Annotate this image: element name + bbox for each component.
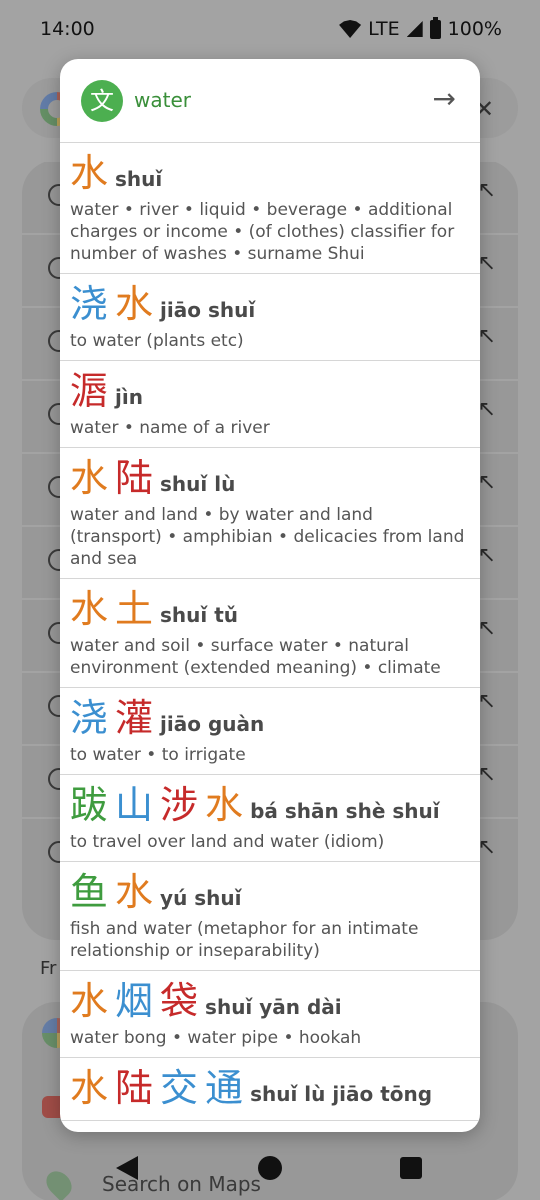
battery-level: 100%: [447, 18, 502, 40]
fill-query-arrow-icon: ↖: [477, 470, 496, 495]
home-icon[interactable]: [258, 1156, 282, 1180]
popup-header: 文 water →: [60, 59, 480, 143]
entry-definition: water • name of a river: [70, 418, 270, 438]
status-icons: LTE 100%: [339, 16, 502, 40]
entry-pinyin: jìn: [115, 385, 143, 409]
dictionary-app-icon[interactable]: 文: [81, 80, 123, 122]
hanzi-character: 交: [160, 1066, 199, 1110]
battery-icon: [429, 16, 441, 39]
entry-pinyin: shuǐ lù jiāo tōng: [250, 1082, 433, 1106]
hanzi-character: 水: [70, 587, 109, 631]
dictionary-entry[interactable]: 水土 shuǐ tǔ water and soil • surface water …: [60, 579, 480, 688]
entry-list: 水 shuǐ water • river • liquid • beverage •…: [60, 143, 480, 1121]
hanzi-character: 水: [70, 1066, 109, 1110]
network-type: LTE: [368, 18, 400, 40]
entry-pinyin: shuǐ lù: [160, 472, 236, 496]
entry-pinyin: shuǐ tǔ: [160, 603, 239, 627]
entry-pinyin: yú shuǐ: [160, 886, 242, 910]
hanzi-character: 浇: [70, 282, 109, 326]
signal-icon: [406, 21, 423, 37]
entry-headword: 水 shuǐ: [70, 149, 470, 197]
dictionary-entry[interactable]: 浇灌 jiāo guàn to water • to irrigate: [60, 688, 480, 775]
hanzi-character: 水: [115, 282, 154, 326]
hanzi-character: 涉: [160, 783, 199, 827]
fill-query-arrow-icon: ↖: [477, 178, 496, 203]
entry-headword: 鱼水 yú shuǐ: [70, 868, 470, 916]
entry-headword: 水陆 shuǐ lù: [70, 454, 470, 502]
dictionary-entry[interactable]: 鱼水 yú shuǐ fish and water (metaphor for an…: [60, 862, 480, 971]
entry-headword: 跋山涉水 bá shān shè shuǐ: [70, 781, 470, 829]
hanzi-character: 水: [115, 870, 154, 914]
dictionary-entry[interactable]: 水陆交通 shuǐ lù jiāo tōng: [60, 1058, 480, 1121]
back-icon[interactable]: [116, 1156, 138, 1180]
background-section-label: Fr: [40, 958, 57, 979]
entry-definition: fish and water (metaphor for an intimate…: [70, 919, 419, 961]
entry-headword: 浇水 jiāo shuǐ: [70, 280, 470, 328]
fill-query-arrow-icon: ↖: [477, 543, 496, 568]
hanzi-character: 浇: [70, 696, 109, 740]
fill-query-arrow-icon: ↖: [477, 251, 496, 276]
hanzi-character: 跋: [70, 783, 109, 827]
fill-query-arrow-icon: ↖: [477, 762, 496, 787]
entry-pinyin: jiāo shuǐ: [160, 298, 256, 322]
entry-headword: 水烟袋 shuǐ yān dài: [70, 977, 470, 1025]
dictionary-entry[interactable]: 水 shuǐ water • river • liquid • beverage •…: [60, 143, 480, 274]
dictionary-entry[interactable]: 跋山涉水 bá shān shè shuǐ to travel over land …: [60, 775, 480, 862]
hanzi-character: 水: [70, 151, 109, 195]
dictionary-entry[interactable]: 滣 jìn water • name of a river: [60, 361, 480, 448]
entry-pinyin: shuǐ: [115, 167, 163, 191]
hanzi-character: 山: [115, 783, 154, 827]
entry-definition: to travel over land and water (idiom): [70, 832, 385, 852]
dictionary-popup: 文 water → 水 shuǐ water • river • liquid • …: [60, 59, 480, 1132]
entry-pinyin: bá shān shè shuǐ: [250, 799, 440, 823]
hanzi-character: 土: [115, 587, 154, 631]
fill-query-arrow-icon: ↖: [477, 835, 496, 860]
entry-definition: to water (plants etc): [70, 331, 244, 351]
hanzi-character: 陆: [115, 456, 154, 500]
hanzi-character: 陆: [115, 1066, 154, 1110]
dictionary-entry[interactable]: 浇水 jiāo shuǐ to water (plants etc): [60, 274, 480, 361]
entry-headword: 浇灌 jiāo guàn: [70, 694, 470, 742]
entry-headword: 水陆交通 shuǐ lù jiāo tōng: [70, 1064, 470, 1112]
fill-query-arrow-icon: ↖: [477, 689, 496, 714]
fill-query-arrow-icon: ↖: [477, 397, 496, 422]
status-bar: 14:00 LTE 100%: [0, 0, 540, 58]
hanzi-character: 水: [70, 456, 109, 500]
navigation-bar: [0, 1136, 540, 1200]
search-query: water: [134, 88, 191, 112]
recents-icon[interactable]: [400, 1157, 422, 1179]
hanzi-character: 烟: [115, 979, 154, 1023]
hanzi-character: 通: [205, 1066, 244, 1110]
entry-pinyin: jiāo guàn: [160, 712, 265, 736]
entry-definition: water bong • water pipe • hookah: [70, 1028, 362, 1048]
entry-headword: 水土 shuǐ tǔ: [70, 585, 470, 633]
hanzi-character: 灌: [115, 696, 154, 740]
entry-headword: 滣 jìn: [70, 367, 470, 415]
entry-definition: to water • to irrigate: [70, 745, 246, 765]
entry-pinyin: shuǐ yān dài: [205, 995, 342, 1019]
entry-definition: water and soil • surface water • natural…: [70, 636, 441, 678]
hanzi-character: 鱼: [70, 870, 109, 914]
wifi-icon: [339, 20, 361, 38]
fill-query-arrow-icon: ↖: [477, 324, 496, 349]
entry-definition: water and land • by water and land (tran…: [70, 505, 465, 569]
fill-query-arrow-icon: ↖: [477, 616, 496, 641]
hanzi-character: 水: [70, 979, 109, 1023]
dictionary-entry[interactable]: 水陆 shuǐ lù water and land • by water and l…: [60, 448, 480, 579]
hanzi-character: 滣: [70, 369, 109, 413]
hanzi-character: 袋: [160, 979, 199, 1023]
status-time: 14:00: [40, 18, 95, 40]
entry-definition: water • river • liquid • beverage • addi…: [70, 200, 455, 264]
dictionary-entry[interactable]: 水烟袋 shuǐ yān dài water bong • water pipe •…: [60, 971, 480, 1058]
arrow-right-icon[interactable]: →: [433, 81, 456, 117]
hanzi-character: 水: [205, 783, 244, 827]
